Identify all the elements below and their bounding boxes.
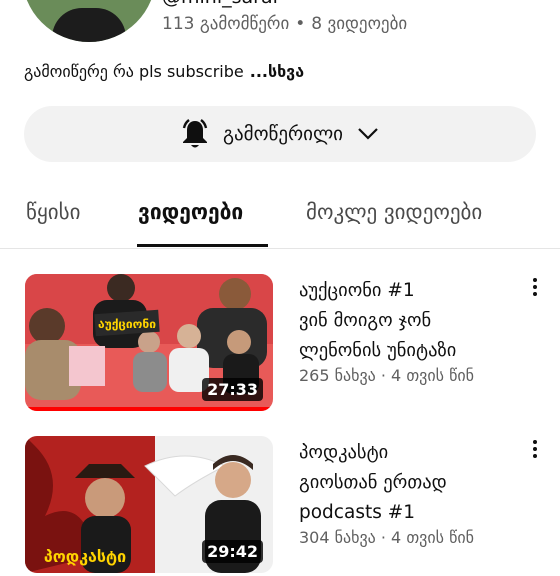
video-thumbnail[interactable]: აუქციონი 27:33 xyxy=(25,274,273,411)
video-meta: 265 ნახვა · 4 თვის წინ xyxy=(299,366,474,385)
channel-description[interactable]: გამოიწერე რა pls subscribe ...სხვა xyxy=(24,62,304,81)
subscribed-button[interactable]: გამოწერილი xyxy=(24,106,536,162)
channel-tabs: წყისი ვიდეოები მოკლე ვიდეოები xyxy=(0,186,560,249)
tab-videos[interactable]: ვიდეოები xyxy=(138,200,243,224)
tab-home[interactable]: წყისი xyxy=(26,200,80,224)
video-thumbnail[interactable]: პოდკასტი 29:42 xyxy=(25,436,273,573)
video-meta: 304 ნახვა · 4 თვის წინ xyxy=(299,528,474,547)
channel-avatar[interactable] xyxy=(22,0,156,42)
video-info[interactable]: პოდკასტი გიოსთან ერთად podcasts #1 304 ნ… xyxy=(299,438,519,547)
channel-handle: @mini_sarai xyxy=(162,0,278,8)
more-options-icon[interactable] xyxy=(525,278,545,302)
avatar-shirt xyxy=(52,8,126,42)
tab-shorts[interactable]: მოკლე ვიდეოები xyxy=(306,200,482,224)
video-item[interactable]: აუქციონი 27:33 აუქციონი #1 ვინ მოიგო ჯონ… xyxy=(0,274,560,414)
chevron-down-icon xyxy=(357,127,379,141)
video-info[interactable]: აუქციონი #1 ვინ მოიგო ჯონ ლენონის უნიტაზ… xyxy=(299,276,519,385)
subscribed-label: გამოწერილი xyxy=(222,123,344,145)
channel-stats: 113 გამომწერი • 8 ვიდეოები xyxy=(162,14,407,34)
video-count: 8 ვიდეოები xyxy=(311,14,408,34)
more-options-icon[interactable] xyxy=(525,440,545,464)
description-text: გამოიწერე რა pls subscribe xyxy=(24,62,244,81)
active-tab-indicator xyxy=(137,244,268,247)
more-link[interactable]: ...სხვა xyxy=(250,62,304,81)
thumbnail-caption: აუქციონი xyxy=(98,317,156,331)
subscriber-count: 113 გამომწერი xyxy=(162,14,290,34)
bell-icon xyxy=(181,119,209,149)
thumbnail-caption: პოდკასტი xyxy=(44,547,126,566)
stats-separator: • xyxy=(295,14,306,34)
video-item[interactable]: პოდკასტი 29:42 პოდკასტი გიოსთან ერთად po… xyxy=(0,436,560,576)
video-title[interactable]: პოდკასტი გიოსთან ერთად podcasts #1 xyxy=(299,438,519,528)
watch-progress-bar xyxy=(25,407,273,411)
video-title[interactable]: აუქციონი #1 ვინ მოიგო ჯონ ლენონის უნიტაზ… xyxy=(299,276,519,366)
video-duration: 27:33 xyxy=(202,378,263,401)
